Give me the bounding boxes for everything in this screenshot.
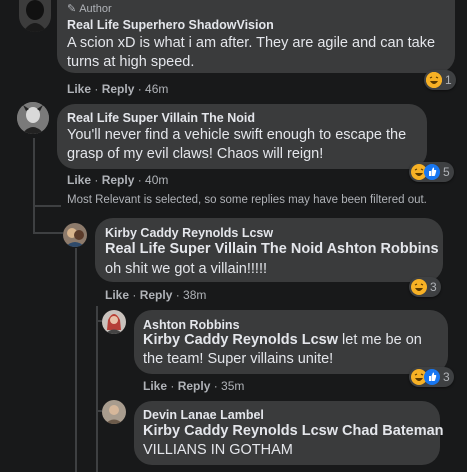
comment-timestamp[interactable]: 40m — [145, 173, 168, 187]
reaction-summary[interactable]: 5 — [409, 162, 454, 182]
reaction-count: 3 — [430, 280, 437, 294]
thread-line — [35, 232, 63, 234]
author-badge: ✎ Author — [67, 2, 112, 16]
like-button[interactable]: Like — [143, 379, 167, 393]
comment-bubble: ✎ Author Real Life Superhero ShadowVisio… — [57, 0, 455, 73]
reply-actions: Like · Reply · 35m — [143, 379, 245, 393]
avatar[interactable] — [102, 310, 126, 334]
like-button[interactable]: Like — [67, 82, 91, 96]
comment-bubble: Real Life Super Villain The Noid You'll … — [57, 104, 427, 169]
thread-line — [33, 205, 35, 234]
haha-reaction-icon — [411, 279, 427, 295]
comment-actions: Like · Reply · 40m — [67, 173, 169, 187]
reply-author[interactable]: Ashton Robbins — [143, 318, 240, 332]
reaction-summary[interactable]: 3 — [409, 367, 454, 387]
reply-bubble: Kirby Caddy Reynolds Lcsw Real Life Supe… — [95, 218, 443, 282]
mention-link[interactable]: Kirby Caddy Reynolds Lcsw — [143, 332, 338, 348]
comment-author[interactable]: Real Life Super Villain The Noid — [67, 111, 255, 125]
haha-reaction-icon — [426, 72, 442, 88]
comment-timestamp[interactable]: 46m — [145, 82, 168, 96]
comment-actions: Like · Reply · 46m — [67, 82, 169, 96]
avatar[interactable] — [17, 102, 49, 134]
reply-timestamp[interactable]: 38m — [183, 288, 206, 302]
thread-line — [33, 205, 61, 207]
like-reaction-icon — [424, 164, 440, 180]
reply-button[interactable]: Reply — [102, 82, 135, 96]
mention-link[interactable]: Real Life Super Villain The Noid Ashton … — [105, 240, 439, 259]
reply-button[interactable]: Reply — [102, 173, 135, 187]
thread-line — [96, 306, 98, 472]
reply-text: oh shit we got a villain!!!!! — [105, 261, 267, 277]
avatar[interactable] — [102, 400, 126, 424]
comment-author[interactable]: Real Life Superhero ShadowVision — [67, 18, 274, 32]
reaction-summary[interactable]: 1 — [424, 70, 456, 90]
reply-timestamp[interactable]: 35m — [221, 379, 244, 393]
avatar[interactable] — [63, 223, 87, 247]
like-reaction-icon — [424, 369, 440, 385]
reaction-count: 1 — [445, 73, 452, 87]
comment-text: A scion xD is what i am after. They are … — [67, 35, 436, 70]
reply-text: Kirby Caddy Reynolds Lcsw let me be on t… — [143, 332, 422, 367]
reaction-count: 3 — [443, 370, 450, 384]
like-button[interactable]: Like — [67, 173, 91, 187]
comment-text: You'll never find a vehicle swift enough… — [67, 127, 407, 162]
reaction-count: 5 — [443, 165, 450, 179]
reaction-summary[interactable]: 3 — [409, 277, 441, 297]
pencil-icon: ✎ — [67, 3, 77, 15]
reply-author[interactable]: Kirby Caddy Reynolds Lcsw — [105, 226, 273, 240]
thread-line — [75, 248, 77, 472]
reply-author[interactable]: Devin Lanae Lambel — [143, 408, 264, 422]
reply-actions: Like · Reply · 38m — [105, 288, 207, 302]
reply-bubble: Devin Lanae Lambel Kirby Caddy Reynolds … — [134, 401, 444, 465]
reply-button[interactable]: Reply — [178, 379, 211, 393]
filter-notice: Most Relevant is selected, so some repli… — [67, 194, 427, 206]
avatar[interactable] — [19, 0, 51, 32]
like-button[interactable]: Like — [105, 288, 129, 302]
mention-link[interactable]: Kirby Caddy Reynolds Lcsw Chad Bateman — [143, 422, 444, 441]
reply-button[interactable]: Reply — [140, 288, 173, 302]
reply-text: VILLIANS IN GOTHAM — [143, 442, 293, 458]
reply-bubble: Ashton Robbins Kirby Caddy Reynolds Lcsw… — [134, 310, 448, 374]
